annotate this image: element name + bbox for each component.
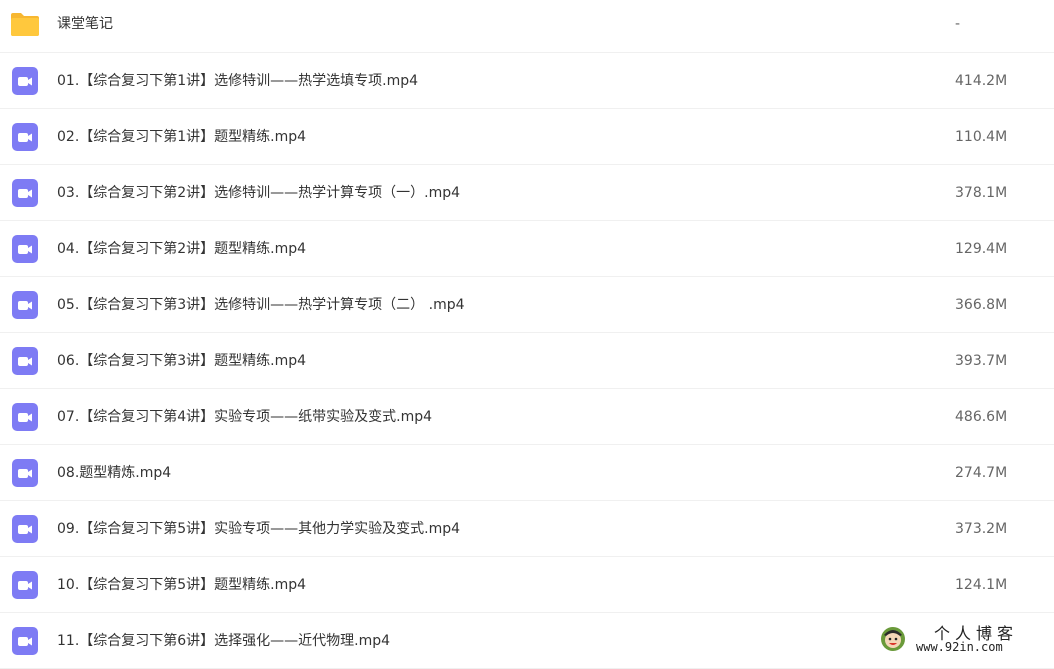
video-icon bbox=[12, 179, 38, 207]
file-size: 129.4M bbox=[955, 241, 1008, 257]
file-name: 08.题型精炼.mp4 bbox=[57, 465, 172, 481]
video-icon bbox=[12, 403, 38, 431]
file-name: 01.【综合复习下第1讲】选修特训——热学选填专项.mp4 bbox=[57, 73, 419, 89]
video-icon bbox=[12, 627, 38, 655]
video-icon bbox=[12, 291, 38, 319]
video-icon bbox=[12, 459, 38, 487]
file-row-folder[interactable]: 课堂笔记 - bbox=[0, 0, 1054, 53]
file-size: 373.2M bbox=[955, 521, 1008, 537]
file-size: 414.2M bbox=[955, 73, 1008, 89]
file-row[interactable]: 06.【综合复习下第3讲】题型精练.mp4 393.7M bbox=[0, 333, 1054, 389]
file-name: 11.【综合复习下第6讲】选择强化——近代物理.mp4 bbox=[57, 633, 391, 649]
file-size: 366.8M bbox=[955, 297, 1008, 313]
file-name: 06.【综合复习下第3讲】题型精练.mp4 bbox=[57, 353, 307, 369]
file-row[interactable]: 03.【综合复习下第2讲】选修特训——热学计算专项（一）.mp4 378.1M bbox=[0, 165, 1054, 221]
file-size: 110.4M bbox=[955, 129, 1008, 145]
file-name: 04.【综合复习下第2讲】题型精练.mp4 bbox=[57, 241, 307, 257]
video-icon bbox=[12, 347, 38, 375]
file-size: 274.7M bbox=[955, 465, 1008, 481]
video-icon bbox=[12, 235, 38, 263]
file-row[interactable]: 05.【综合复习下第3讲】选修特训——热学计算专项（二） .mp4 366.8M bbox=[0, 277, 1054, 333]
file-row[interactable]: 04.【综合复习下第2讲】题型精练.mp4 129.4M bbox=[0, 221, 1054, 277]
file-row[interactable]: 01.【综合复习下第1讲】选修特训——热学选填专项.mp4 414.2M bbox=[0, 53, 1054, 109]
folder-icon bbox=[11, 13, 39, 36]
video-icon bbox=[12, 123, 38, 151]
file-name: 05.【综合复习下第3讲】选修特训——热学计算专项（二） .mp4 bbox=[57, 297, 465, 313]
file-row[interactable]: 09.【综合复习下第5讲】实验专项——其他力学实验及变式.mp4 373.2M bbox=[0, 501, 1054, 557]
file-name: 07.【综合复习下第4讲】实验专项——纸带实验及变式.mp4 bbox=[57, 409, 433, 425]
file-size: - bbox=[955, 16, 961, 32]
watermark: 个人博客 www.92in.com bbox=[878, 620, 1048, 658]
file-list: 课堂笔记 - 01.【综合复习下第1讲】选修特训——热学选填专项.mp4 414… bbox=[0, 0, 1054, 669]
video-icon bbox=[12, 67, 38, 95]
file-row[interactable]: 07.【综合复习下第4讲】实验专项——纸带实验及变式.mp4 486.6M bbox=[0, 389, 1054, 445]
file-name: 10.【综合复习下第5讲】题型精练.mp4 bbox=[57, 577, 307, 593]
file-name: 03.【综合复习下第2讲】选修特训——热学计算专项（一）.mp4 bbox=[57, 185, 461, 201]
file-size: 378.1M bbox=[955, 185, 1008, 201]
file-row[interactable]: 10.【综合复习下第5讲】题型精练.mp4 124.1M bbox=[0, 557, 1054, 613]
file-row[interactable]: 02.【综合复习下第1讲】题型精练.mp4 110.4M bbox=[0, 109, 1054, 165]
avatar-icon bbox=[881, 627, 905, 651]
file-size: 393.7M bbox=[955, 353, 1008, 369]
file-size: 486.6M bbox=[955, 409, 1008, 425]
file-name: 课堂笔记 bbox=[57, 16, 113, 32]
file-row[interactable]: 08.题型精炼.mp4 274.7M bbox=[0, 445, 1054, 501]
video-icon bbox=[12, 515, 38, 543]
file-name: 02.【综合复习下第1讲】题型精练.mp4 bbox=[57, 129, 307, 145]
watermark-url: www.92in.com bbox=[916, 640, 1003, 654]
file-size: 124.1M bbox=[955, 577, 1008, 593]
file-name: 09.【综合复习下第5讲】实验专项——其他力学实验及变式.mp4 bbox=[57, 521, 461, 537]
video-icon bbox=[12, 571, 38, 599]
